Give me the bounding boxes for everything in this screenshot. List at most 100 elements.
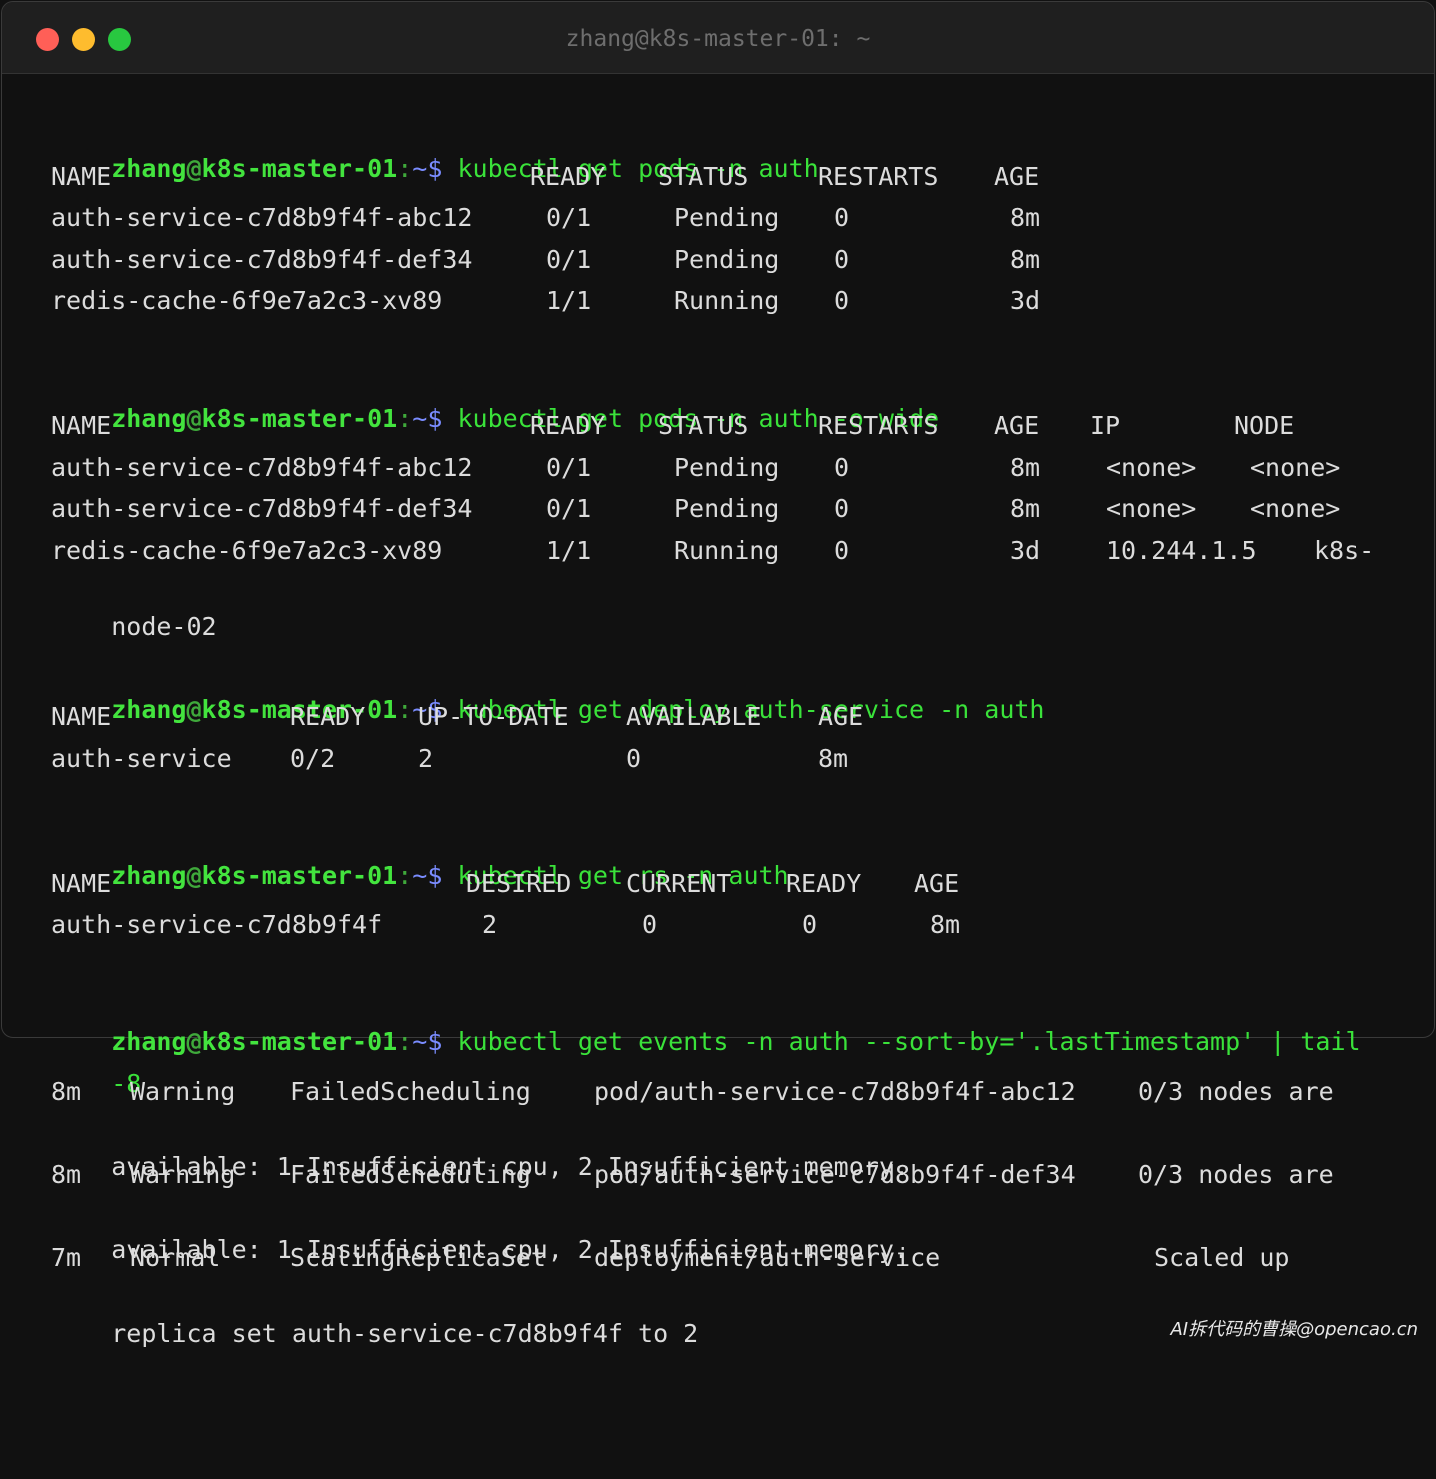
table-row: auth-service-c7d8b9f4f-def34 0/1 Pending… [51, 492, 1340, 526]
table-header: NAME READY STATUS RESTARTS AGE [51, 160, 1039, 194]
prompt-colon: : [397, 404, 413, 433]
table-cell: Scaled up [1154, 1243, 1290, 1272]
table-cell: Pending [674, 245, 780, 274]
table-cell: 3d [1010, 536, 1041, 565]
table-cell: deployment/auth-service [594, 1243, 941, 1272]
prompt-at: @ [186, 695, 202, 724]
wrapped-line: replica set auth-service-c7d8b9f4f to 2 [51, 1283, 698, 1348]
prompt-path: ~ [412, 1027, 428, 1056]
table-cell: 0 [834, 203, 850, 232]
table-cell: 0/2 [290, 744, 336, 773]
table-cell: 8m [930, 910, 961, 939]
table-cell: 8m [1010, 494, 1041, 523]
table-cell: 0/1 [546, 203, 592, 232]
table-row: 8m Warning FailedScheduling pod/auth-ser… [51, 1158, 1334, 1192]
table-cell: 0/3 nodes are [1138, 1160, 1334, 1189]
table-header: NAME READY STATUS RESTARTS AGE IP NODE [51, 409, 1294, 443]
prompt-at: @ [186, 404, 202, 433]
table-cell: 1/1 [546, 536, 592, 565]
table-cell: 0 [834, 245, 850, 274]
header-cell: AGE [994, 162, 1040, 191]
table-cell: <none> [1106, 453, 1197, 482]
prompt-line: zhang@k8s-master-01:~$ kubectl get pods … [51, 368, 939, 433]
table-cell: 8m [1010, 245, 1041, 274]
table-cell: 8m [1010, 453, 1041, 482]
table-cell: 2 [482, 910, 498, 939]
table-cell: Running [674, 286, 780, 315]
prompt-line: zhang@k8s-master-01:~$ kubectl get pods … [51, 118, 818, 183]
table-cell: auth-service-c7d8b9f4f-abc12 [51, 203, 473, 232]
command-text [442, 154, 457, 183]
header-cell: NAME [51, 162, 112, 191]
header-cell: AGE [994, 411, 1040, 440]
table-cell: 8m [818, 744, 849, 773]
table-row: auth-service 0/2 2 0 8m [51, 742, 848, 776]
table-cell: 1/1 [546, 286, 592, 315]
table-cell: pod/auth-service-c7d8b9f4f-abc12 [594, 1077, 1076, 1106]
prompt-path: ~ [412, 154, 428, 183]
table-cell: auth-service-c7d8b9f4f-abc12 [51, 453, 473, 482]
table-cell: auth-service-c7d8b9f4f [51, 910, 383, 939]
table-cell: 0 [834, 536, 850, 565]
header-cell: UP-TO-DATE [418, 702, 569, 731]
prompt-at: @ [186, 861, 202, 890]
wrapped-line: available: 1 Insufficient cpu, 2 Insuffi… [51, 1116, 909, 1181]
table-cell: 7m [51, 1243, 82, 1272]
prompt-user: zhang [111, 404, 187, 433]
prompt-dollar: $ [427, 154, 443, 183]
table-cell: ScalingReplicaSet [290, 1243, 546, 1272]
header-cell: READY [290, 702, 366, 731]
table-cell: Pending [674, 494, 780, 523]
table-cell: 2 [418, 744, 434, 773]
table-cell: FailedScheduling [290, 1160, 531, 1189]
terminal-output[interactable]: zhang@k8s-master-01:~$ kubectl get pods … [0, 0, 1436, 1358]
table-cell: Warning [130, 1077, 236, 1106]
wrapped-text: replica set auth-service-c7d8b9f4f to 2 [111, 1319, 699, 1348]
watermark: AI拆代码的曹操@opencao.cn [1170, 1319, 1418, 1340]
wrapped-line: node-02 [51, 576, 216, 641]
prompt-colon: : [397, 695, 413, 724]
header-cell: AGE [818, 702, 864, 731]
table-cell: 0 [802, 910, 818, 939]
header-cell: AVAILABLE [626, 702, 762, 731]
table-cell: 10.244.1.5 [1106, 536, 1257, 565]
header-cell: READY [786, 869, 862, 898]
table-cell: 3d [1010, 286, 1041, 315]
table-cell: FailedScheduling [290, 1077, 531, 1106]
table-row: 8m Warning FailedScheduling pod/auth-ser… [51, 1075, 1334, 1109]
prompt-host: k8s-master-01 [201, 404, 398, 433]
prompt-colon: : [397, 1027, 413, 1056]
table-cell: <none> [1250, 453, 1341, 482]
prompt-colon: : [397, 861, 413, 890]
header-cell: CURRENT [626, 869, 732, 898]
header-cell: NAME [51, 869, 112, 898]
table-row: 7m Normal ScalingReplicaSet deployment/a… [51, 1241, 1289, 1275]
wrapped-text: node-02 [111, 612, 217, 641]
table-cell: redis-cache-6f9e7a2c3-xv89 [51, 286, 443, 315]
table-cell: 0 [834, 453, 850, 482]
table-cell: 8m [1010, 203, 1041, 232]
prompt-host: k8s-master-01 [201, 861, 398, 890]
prompt-line: zhang@k8s-master-01:~$ kubectl get event… [51, 991, 1360, 1056]
table-cell: Running [674, 536, 780, 565]
header-cell: RESTARTS [818, 411, 939, 440]
prompt-path: ~ [412, 404, 428, 433]
prompt-path: ~ [412, 861, 428, 890]
table-cell: <none> [1250, 494, 1341, 523]
table-row: auth-service-c7d8b9f4f 2 0 0 8m [51, 908, 960, 942]
table-cell: auth-service-c7d8b9f4f-def34 [51, 494, 473, 523]
prompt-line: zhang@k8s-master-01:~$ kubectl get deplo… [51, 659, 1044, 724]
table-cell: 0 [834, 494, 850, 523]
table-cell: 0/1 [546, 494, 592, 523]
header-cell: NAME [51, 411, 112, 440]
table-cell: k8s- [1314, 536, 1375, 565]
table-cell: 0/1 [546, 453, 592, 482]
table-cell: Warning [130, 1160, 236, 1189]
header-cell: NAME [51, 702, 112, 731]
prompt-colon: : [397, 154, 413, 183]
table-cell: Pending [674, 203, 780, 232]
header-cell: READY [530, 162, 606, 191]
table-row: auth-service-c7d8b9f4f-abc12 0/1 Pending… [51, 451, 1340, 485]
prompt-host: k8s-master-01 [201, 1027, 398, 1056]
header-cell: IP [1090, 411, 1121, 440]
